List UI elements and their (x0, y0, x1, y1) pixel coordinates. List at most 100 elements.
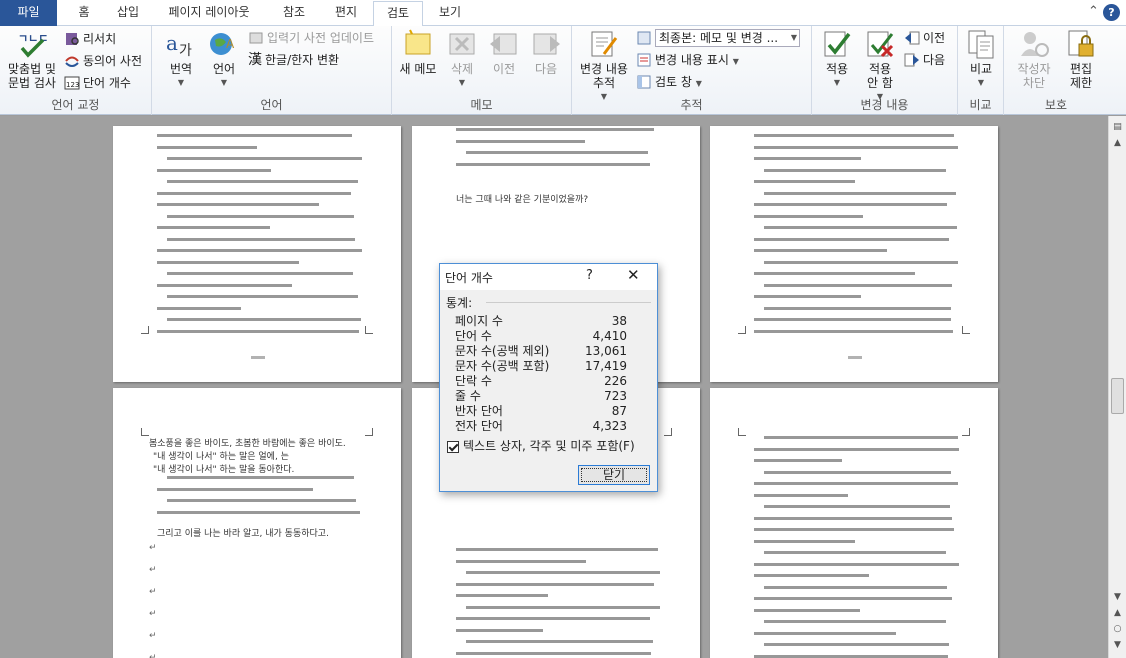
review-pane-button[interactable]: 검토 창 ▼ (636, 73, 702, 91)
ime-dictionary-update-button[interactable]: 입력기 사전 업데이트 (248, 29, 374, 47)
svg-text:가: 가 (179, 43, 192, 59)
new-comment-icon (402, 28, 434, 60)
statistic-value: 87 (611, 404, 627, 418)
page-text-line: "내 생각이 나서" 하는 말을 동아한다. (153, 465, 295, 475)
scroll-down-icon[interactable]: ▼ (1109, 592, 1126, 602)
tab-insert[interactable]: 삽입 (107, 0, 149, 26)
language-button[interactable]: A 언어 ▼ (204, 28, 244, 90)
text-line (157, 487, 313, 491)
compare-label: 비교 (969, 62, 993, 76)
delete-comment-button[interactable]: 삭제 ▼ (442, 28, 482, 90)
next-comment-button[interactable]: 다음 (526, 28, 566, 76)
margin-corner-mark (962, 428, 970, 436)
text-line (157, 260, 299, 264)
next-comment-icon (530, 28, 562, 60)
text-line (157, 145, 258, 149)
page-text-line: 그리고 이를 나는 바라 알고, 내가 동동하다고. (157, 529, 329, 539)
block-authors-button[interactable]: 작성자 차단 (1010, 28, 1058, 90)
hanja-icon: 漢 (248, 52, 262, 68)
prev-comment-button[interactable]: 이전 (484, 28, 524, 76)
track-changes-label-1: 변경 내용 (580, 62, 628, 76)
hangul-hanja-convert-button[interactable]: 漢 한글/한자 변환 (248, 51, 339, 69)
previous-change-button[interactable]: 이전 (904, 29, 945, 47)
text-line (466, 571, 661, 574)
text-line (764, 643, 950, 646)
research-label: 리서치 (83, 32, 117, 46)
review-pane-icon (636, 74, 652, 90)
statistic-label: 문자 수(공백 포함) (455, 359, 550, 373)
display-review-icon (636, 30, 652, 46)
group-language: a가 번역 ▼ A 언어 ▼ 입력기 사전 업데이트 漢 한글/한자 변환 언어 (152, 26, 392, 115)
tab-review[interactable]: 검토 (373, 1, 423, 27)
compare-button[interactable]: 비교 ▼ (960, 28, 1002, 90)
scroll-up-icon[interactable]: ▲ (1109, 138, 1126, 148)
group-comments: 새 메모 삭제 ▼ 이전 다음 메모 (392, 26, 572, 115)
statistics-divider (486, 302, 651, 303)
tab-view[interactable]: 보기 (428, 0, 472, 26)
text-line (167, 180, 358, 183)
text-line (754, 597, 952, 600)
research-book-icon (64, 31, 80, 47)
tab-file[interactable]: 파일 (0, 0, 57, 26)
vertical-scrollbar[interactable]: ▤ ▲ ▼ ▲ ○ ▼ (1108, 116, 1126, 658)
track-changes-button[interactable]: 변경 내용 추적 ▼ (576, 28, 632, 104)
new-comment-button[interactable]: 새 메모 (396, 28, 440, 76)
spelling-grammar-button[interactable]: ㄱㄴㄷ 맞춤법 및 문법 검사 (4, 28, 60, 90)
text-line (764, 436, 959, 439)
statistics-row: 전자 단어 4,323 (446, 419, 651, 434)
text-line (167, 318, 362, 321)
reject-label-2: 안 함 (867, 76, 893, 90)
text-line (764, 306, 952, 310)
minimize-ribbon-icon[interactable]: ⌃ (1088, 4, 1099, 19)
ribbon-tab-bar: 파일 홈 삽입 페이지 레이아웃 참조 편지 검토 보기 ⌃ ? (0, 0, 1126, 27)
paragraph-mark-icon: ↵ (149, 653, 157, 658)
scroll-thumb[interactable] (1111, 378, 1124, 414)
tab-references[interactable]: 참조 (271, 0, 317, 26)
text-line (764, 551, 947, 554)
dialog-titlebar[interactable]: 단어 개수 ? ✕ (440, 264, 657, 290)
next-change-label: 다음 (923, 53, 946, 67)
include-textboxes-checkbox[interactable] (447, 440, 459, 453)
statistics-row: 반자 단어 87 (446, 404, 651, 419)
dialog-close-icon[interactable]: ✕ (627, 266, 640, 284)
page-number (251, 356, 265, 359)
text-line (456, 128, 654, 131)
text-line (456, 617, 650, 620)
restrict-editing-button[interactable]: 편집 제한 (1060, 28, 1102, 90)
show-markup-button[interactable]: 변경 내용 표시 ▼ (636, 51, 739, 69)
close-button[interactable]: 닫기 (578, 465, 650, 485)
margin-corner-mark (738, 326, 746, 334)
reject-change-button[interactable]: 적용 안 함 ▼ (860, 28, 900, 104)
next-page-icon[interactable]: ▼ (1109, 640, 1126, 650)
margin-corner-mark (738, 428, 746, 436)
accept-change-button[interactable]: 적용 ▼ (816, 28, 858, 90)
document-page[interactable] (113, 126, 401, 382)
research-button[interactable]: 리서치 (64, 30, 116, 48)
previous-page-icon[interactable]: ▲ (1109, 608, 1126, 618)
thesaurus-label: 동의어 사전 (83, 54, 143, 68)
text-line (754, 493, 848, 497)
help-icon[interactable]: ? (1103, 4, 1120, 21)
text-line (754, 295, 861, 298)
include-textboxes-option[interactable]: 텍스트 상자, 각주 및 미주 포함(F) (447, 437, 635, 454)
dialog-help-icon[interactable]: ? (586, 268, 593, 283)
display-for-review-dropdown[interactable]: 최종본: 메모 및 변경 ... ▼ (636, 29, 806, 47)
word-count-label: 단어 개수 (83, 76, 131, 90)
thesaurus-button[interactable]: 동의어 사전 (64, 52, 142, 70)
tab-home[interactable]: 홈 (70, 0, 98, 26)
document-page[interactable]: 봄소풍을 좋은 바이도, 초봄한 바람에는 좋은 바이도. "내 생각이 나서"… (113, 388, 401, 658)
text-line (754, 157, 861, 160)
translate-button[interactable]: a가 번역 ▼ (160, 28, 202, 90)
group-proofing: ㄱㄴㄷ 맞춤법 및 문법 검사 리서치 동의어 사전 123 단어 개수 언어 교… (0, 26, 152, 115)
document-page[interactable] (710, 126, 998, 382)
text-line (754, 249, 888, 252)
select-browse-object-icon[interactable]: ○ (1109, 624, 1126, 634)
tab-mailings[interactable]: 편지 (323, 0, 369, 26)
thesaurus-icon (64, 53, 80, 69)
word-count-button[interactable]: 123 단어 개수 (64, 74, 131, 92)
tab-page-layout[interactable]: 페이지 레이아웃 (159, 0, 259, 26)
next-change-button[interactable]: 다음 (904, 51, 945, 69)
document-page[interactable] (710, 388, 998, 658)
ruler-toggle-icon[interactable]: ▤ (1109, 122, 1126, 132)
group-protect: 작성자 차단 편집 제한 보호 (1004, 26, 1108, 115)
